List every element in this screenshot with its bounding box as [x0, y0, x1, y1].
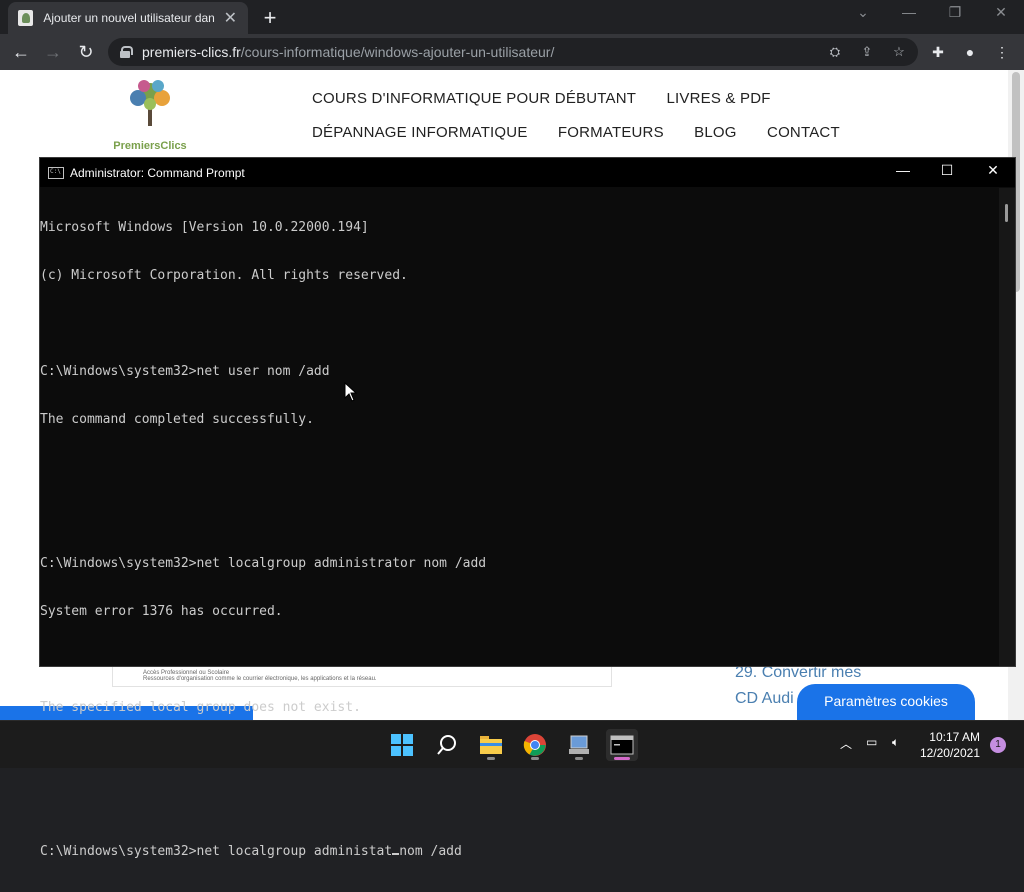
running-indicator: [487, 757, 495, 760]
browser-toolbar: ← → ↻ premiers-clics.fr /cours-informati…: [0, 34, 1024, 70]
terminal-icon: [610, 735, 634, 755]
nav-item-formateurs[interactable]: FORMATEURS: [558, 124, 664, 141]
cmd-scroll-thumb[interactable]: [1005, 204, 1008, 222]
url-host: premiers-clics.fr: [142, 44, 241, 60]
cmd-title: Administrator: Command Prompt: [70, 165, 245, 180]
command-prompt-window: Administrator: Command Prompt — ☐ ✕ Micr…: [39, 157, 1016, 859]
cmd-app-icon: [48, 166, 64, 179]
search-icon: [437, 735, 456, 755]
console-input-line[interactable]: C:\Windows\system32>net localgroup admin…: [40, 844, 1000, 860]
clock-time: 10:17 AM: [929, 730, 980, 744]
notification-badge[interactable]: 1: [990, 737, 1006, 753]
chrome-button[interactable]: [519, 729, 551, 761]
cmd-close-icon[interactable]: ✕: [970, 162, 1016, 179]
menu-kebab-icon[interactable]: ⋮: [992, 42, 1012, 62]
forward-arrow-icon[interactable]: →: [42, 41, 64, 63]
close-window-icon[interactable]: ✕: [978, 4, 1024, 21]
profile-icon[interactable]: ●: [960, 42, 980, 62]
windows-logo-icon: [391, 734, 413, 756]
nav-item-contact[interactable]: CONTACT: [767, 124, 840, 141]
computer-management-button[interactable]: [563, 729, 595, 761]
file-explorer-button[interactable]: [475, 729, 507, 761]
tab-close-icon[interactable]: ✕: [223, 8, 238, 28]
lock-icon: [120, 46, 133, 58]
nav-item-livres[interactable]: LIVRES & PDF: [667, 90, 771, 107]
running-indicator: [575, 757, 583, 760]
main-nav-row-1: COURS D'INFORMATIQUE POUR DÉBUTANT LIVRE…: [312, 90, 797, 107]
command-prompt-taskbar-button[interactable]: [606, 729, 638, 761]
console-line: (c) Microsoft Corporation. All rights re…: [40, 268, 408, 283]
tree-logo-icon: [130, 80, 170, 126]
minimize-icon[interactable]: —: [886, 4, 932, 20]
nav-item-depannage[interactable]: DÉPANNAGE INFORMATIQUE: [312, 124, 528, 141]
console-line: The specified local group does not exist…: [40, 700, 361, 715]
main-nav-row-2: DÉPANNAGE INFORMATIQUE FORMATEURS BLOG C…: [312, 124, 866, 141]
new-tab-button[interactable]: +: [258, 5, 282, 31]
console-line: System error 1376 has occurred.: [40, 604, 283, 619]
extensions-icon[interactable]: ✚: [928, 42, 948, 62]
bookmark-star-icon[interactable]: ☆: [890, 43, 908, 61]
browser-tabstrip: Ajouter un nouvel utilisateur dan ✕ + ⌄ …: [0, 0, 1024, 34]
system-clock[interactable]: 10:17 AM 12/20/2021: [920, 729, 980, 761]
address-bar[interactable]: premiers-clics.fr /cours-informatique/wi…: [108, 38, 918, 66]
computer-management-icon: [569, 735, 589, 754]
brand-name: PremiersClics: [113, 140, 187, 152]
restore-icon[interactable]: ❐: [932, 4, 978, 21]
reload-icon[interactable]: ↻: [75, 41, 97, 63]
volume-muted-icon[interactable]: 🔈︎: [892, 735, 899, 750]
console-line: C:\Windows\system32>net user nom /add: [40, 364, 330, 379]
console-output[interactable]: Microsoft Windows [Version 10.0.22000.19…: [40, 188, 1000, 859]
site-favicon: [18, 10, 34, 26]
share-icon[interactable]: ⇪: [858, 43, 876, 61]
back-arrow-icon[interactable]: ←: [10, 41, 32, 63]
start-button[interactable]: [386, 729, 418, 761]
show-hidden-icons-chevron[interactable]: ︿: [840, 735, 852, 752]
tab-search-icon[interactable]: ⌄: [840, 4, 886, 21]
browser-tab[interactable]: Ajouter un nouvel utilisateur dan ✕: [8, 2, 248, 34]
nav-item-blog[interactable]: BLOG: [694, 124, 736, 141]
prompt-text-before-cursor: C:\Windows\system32>net localgroup admin…: [40, 844, 393, 859]
translate-icon[interactable]: ⛭: [826, 43, 844, 61]
chrome-icon: [523, 734, 546, 756]
cmd-minimize-icon[interactable]: —: [880, 162, 926, 178]
site-logo[interactable]: PremiersClics: [108, 78, 192, 154]
cmd-maximize-icon[interactable]: ☐: [924, 162, 970, 179]
mouse-pointer-icon: [344, 382, 358, 402]
console-line: C:\Windows\system32>net localgroup admin…: [40, 556, 487, 571]
nav-item-cours[interactable]: COURS D'INFORMATIQUE POUR DÉBUTANT: [312, 90, 636, 107]
folder-icon: [480, 736, 502, 754]
console-line: The command completed successfully.: [40, 412, 314, 427]
tab-title: Ajouter un nouvel utilisateur dan: [43, 11, 215, 25]
prompt-text-after-cursor: nom /add: [399, 844, 462, 859]
text-cursor: [392, 853, 400, 855]
network-icon[interactable]: ▭: [866, 735, 877, 749]
cmd-titlebar[interactable]: Administrator: Command Prompt — ☐ ✕: [40, 158, 1015, 187]
console-line: Microsoft Windows [Version 10.0.22000.19…: [40, 220, 369, 235]
url-path: /cours-informatique/windows-ajouter-un-u…: [240, 44, 555, 60]
windows-taskbar: ︿ ▭ 🔈︎ 10:17 AM 12/20/2021 1: [0, 720, 1024, 768]
cmd-scrollbar[interactable]: [999, 188, 1015, 666]
clock-date: 12/20/2021: [919, 746, 980, 760]
active-indicator: [614, 757, 630, 760]
search-button[interactable]: [431, 729, 463, 761]
running-indicator: [531, 757, 539, 760]
